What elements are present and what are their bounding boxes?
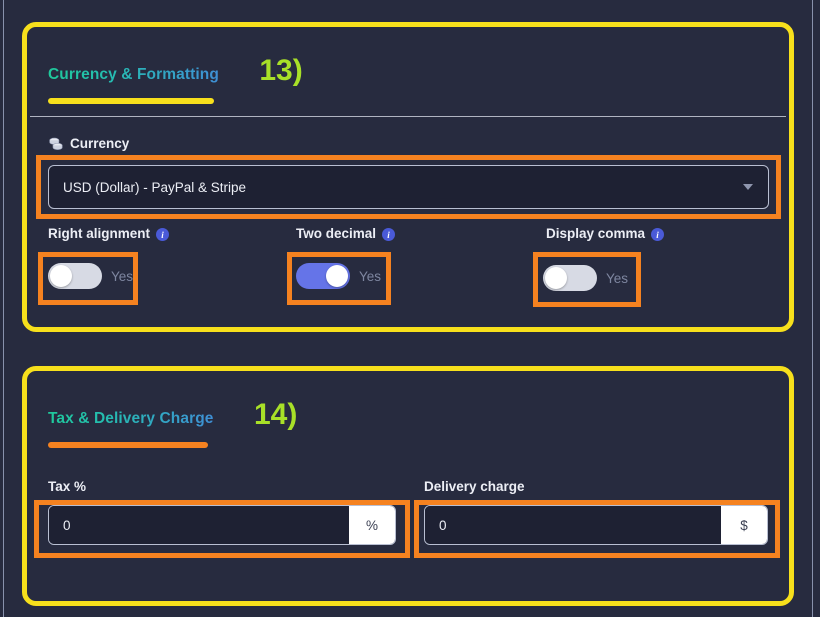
currency-label-text: Currency: [70, 135, 130, 151]
currency-title-underline: [48, 98, 214, 104]
delivery-input-addon-dollar: $: [721, 506, 767, 544]
two-decimal-toggle-group[interactable]: Yes: [296, 263, 381, 289]
tax-input-group[interactable]: %: [48, 505, 396, 545]
right-alignment-toggle-state: Yes: [111, 268, 134, 284]
right-alignment-toggle-group[interactable]: Yes: [48, 263, 133, 289]
info-icon-display-comma[interactable]: i: [651, 228, 665, 241]
tax-field-label-text: Tax %: [48, 479, 87, 494]
currency-select[interactable]: USD (Dollar) - PayPal & Stripe: [48, 165, 769, 209]
two-decimal-toggle[interactable]: [296, 263, 350, 289]
two-decimal-label: Two decimal i: [296, 226, 396, 241]
delivery-field-block: Delivery charge $: [424, 479, 768, 545]
section-title-currency: Currency & Formatting: [48, 66, 219, 83]
two-decimal-label-text: Two decimal: [296, 226, 377, 241]
page-right-rail: [812, 0, 813, 617]
display-comma-label: Display comma i: [546, 226, 665, 241]
delivery-field-label: Delivery charge: [424, 479, 768, 494]
annotation-number-13: 13): [259, 54, 303, 87]
toggle-knob: [545, 267, 567, 289]
delivery-field-label-text: Delivery charge: [424, 479, 525, 494]
right-alignment-label-text: Right alignment: [48, 226, 150, 241]
currency-field-label: Currency: [48, 135, 129, 151]
page-left-rail: [3, 0, 4, 617]
right-alignment-toggle[interactable]: [48, 263, 102, 289]
tax-delivery-title-underline: [48, 442, 208, 448]
tax-delivery-card-header: Tax & Delivery Charge 14): [30, 374, 786, 458]
toggle-knob: [50, 265, 72, 287]
tax-input[interactable]: [49, 506, 349, 544]
currency-card-divider: [30, 116, 786, 117]
info-icon-two-decimal[interactable]: i: [382, 228, 396, 241]
tax-field-label: Tax %: [48, 479, 396, 494]
toggle-knob: [326, 265, 348, 287]
currency-card-header: Currency & Formatting 13): [30, 30, 786, 114]
section-title-tax-delivery: Tax & Delivery Charge: [48, 410, 214, 427]
delivery-input[interactable]: [425, 506, 721, 544]
display-comma-label-text: Display comma: [546, 226, 646, 241]
display-comma-toggle[interactable]: [543, 265, 597, 291]
info-icon-right-alignment[interactable]: i: [156, 228, 169, 241]
tax-input-addon-percent: %: [349, 506, 395, 544]
coins-icon: [48, 136, 64, 152]
delivery-input-group[interactable]: $: [424, 505, 768, 545]
tax-field-block: Tax % %: [48, 479, 396, 545]
annotation-number-14: 14): [253, 398, 298, 431]
two-decimal-toggle-state: Yes: [359, 268, 382, 284]
display-comma-toggle-state: Yes: [606, 270, 629, 286]
right-alignment-label: Right alignment i: [48, 226, 169, 241]
display-comma-toggle-group[interactable]: Yes: [543, 265, 628, 291]
currency-select-wrapper[interactable]: USD (Dollar) - PayPal & Stripe: [48, 165, 769, 209]
